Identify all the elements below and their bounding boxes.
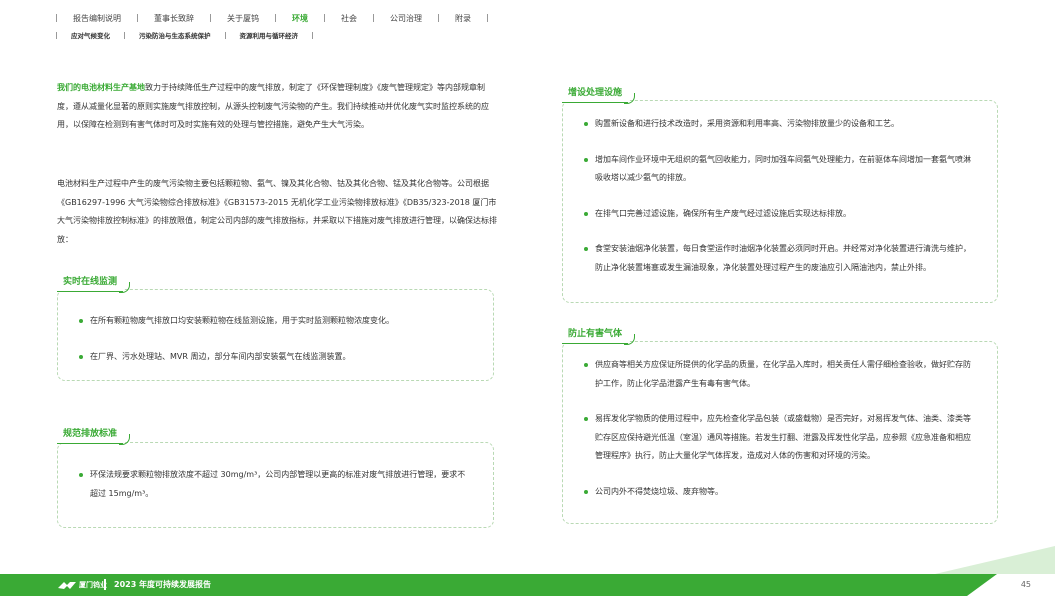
nav-item-report-notes[interactable]: 报告编制说明 (57, 13, 137, 24)
nav-item-chairman[interactable]: 董事长致辞 (138, 13, 210, 24)
harmful-gas-item: 供应商等相关方应保证所提供的化学品的质量，在化学品入库时，相关责任人需仔细检查验… (583, 356, 977, 393)
monitoring-box: 在所有颗粒物废气排放口均安装颗粒物在线监测设施，用于实时监测颗粒物浓度变化。 在… (57, 289, 494, 381)
facility-box: 购置新设备和进行技术改造时，采用资源和利用率高、污染物排放量少的设备和工艺。 增… (562, 100, 998, 303)
nav-item-governance[interactable]: 公司治理 (374, 13, 438, 24)
subnav-separator (312, 31, 313, 39)
logo-text: 厦门钨业 (79, 581, 107, 589)
footer-decoration (935, 546, 1055, 574)
facility-item: 增加车间作业环境中无组织的氨气回收能力，同时加强车间氨气处理能力，在前驱体车间增… (583, 151, 977, 188)
harmful-gas-item: 易挥发化学物质的使用过程中，应先检查化学品包装（或盛载物）是否完好，对易挥发气体… (583, 410, 977, 466)
page-number: 45 (1020, 580, 1031, 589)
intro-paragraph: 我们的电池材料生产基地致力于持续降低生产过程中的废气排放，制定了《环保管理制度》… (57, 79, 497, 135)
nav-item-society[interactable]: 社会 (325, 13, 373, 24)
harmful-gas-item: 公司内外不得焚烧垃圾、废弃物等。 (583, 483, 977, 502)
harmful-gas-box: 供应商等相关方应保证所提供的化学品的质量，在化学品入库时，相关责任人需仔细检查验… (562, 341, 998, 524)
standard-item: 环保法规要求颗粒物排放浓度不超过 30mg/m³，公司内部管理以更高的标准对废气… (78, 466, 473, 503)
section-title-standard: 规范排放标准 (57, 426, 131, 445)
facility-item: 在排气口完善过滤设施，确保所有生产废气经过滤设施后实现达标排放。 (583, 205, 977, 224)
top-nav: 报告编制说明 董事长致辞 关于厦钨 环境 社会 公司治理 附录 (56, 11, 488, 25)
nav-item-about[interactable]: 关于厦钨 (211, 13, 275, 24)
sub-nav: 应对气候变化 污染防治与生态系统保护 资源利用与循环经济 (56, 29, 313, 41)
harmful-gas-list: 供应商等相关方应保证所提供的化学品的质量，在化学品入库时，相关责任人需仔细检查验… (583, 356, 977, 501)
nav-item-appendix[interactable]: 附录 (439, 13, 487, 24)
subnav-item-climate[interactable]: 应对气候变化 (57, 30, 124, 40)
nav-separator (487, 14, 488, 22)
intro-highlight: 我们的电池材料生产基地 (57, 83, 145, 92)
facility-list: 购置新设备和进行技术改造时，采用资源和利用率高、污染物排放量少的设备和工艺。 增… (583, 115, 977, 277)
monitoring-item: 在厂界、污水处理站、MVR 周边，部分车间内部安装氨气在线监测装置。 (78, 348, 473, 367)
section-title-harmful-gas: 防止有害气体 (562, 326, 636, 345)
section-title-facility: 增设处理设施 (562, 85, 636, 104)
section-title-monitoring: 实时在线监测 (57, 274, 131, 293)
facility-item: 食堂安装油烟净化装置，每日食堂运作时油烟净化装置必须同时开启。并经常对净化装置进… (583, 240, 977, 277)
footer-separator (104, 579, 106, 590)
standard-list: 环保法规要求颗粒物排放浓度不超过 30mg/m³，公司内部管理以更高的标准对废气… (78, 466, 473, 503)
monitoring-list: 在所有颗粒物废气排放口均安装颗粒物在线监测设施，用于实时监测颗粒物浓度变化。 在… (78, 312, 473, 366)
subnav-item-pollution[interactable]: 污染防治与生态系统保护 (125, 30, 225, 40)
pollutants-paragraph: 电池材料生产过程中产生的废气污染物主要包括颗粒物、氨气、镍及其化合物、钴及其化合… (57, 179, 497, 244)
subnav-item-resources[interactable]: 资源利用与循环经济 (226, 30, 313, 40)
facility-item: 购置新设备和进行技术改造时，采用资源和利用率高、污染物排放量少的设备和工艺。 (583, 115, 977, 134)
company-logo: 厦门钨业 (58, 579, 107, 591)
logo-mark-icon (58, 581, 76, 589)
monitoring-item: 在所有颗粒物废气排放口均安装颗粒物在线监测设施，用于实时监测颗粒物浓度变化。 (78, 312, 473, 331)
nav-item-environment[interactable]: 环境 (276, 13, 324, 24)
footer-report-title: 2023 年度可持续发展报告 (114, 580, 212, 589)
standard-box: 环保法规要求颗粒物排放浓度不超过 30mg/m³，公司内部管理以更高的标准对废气… (57, 442, 494, 528)
